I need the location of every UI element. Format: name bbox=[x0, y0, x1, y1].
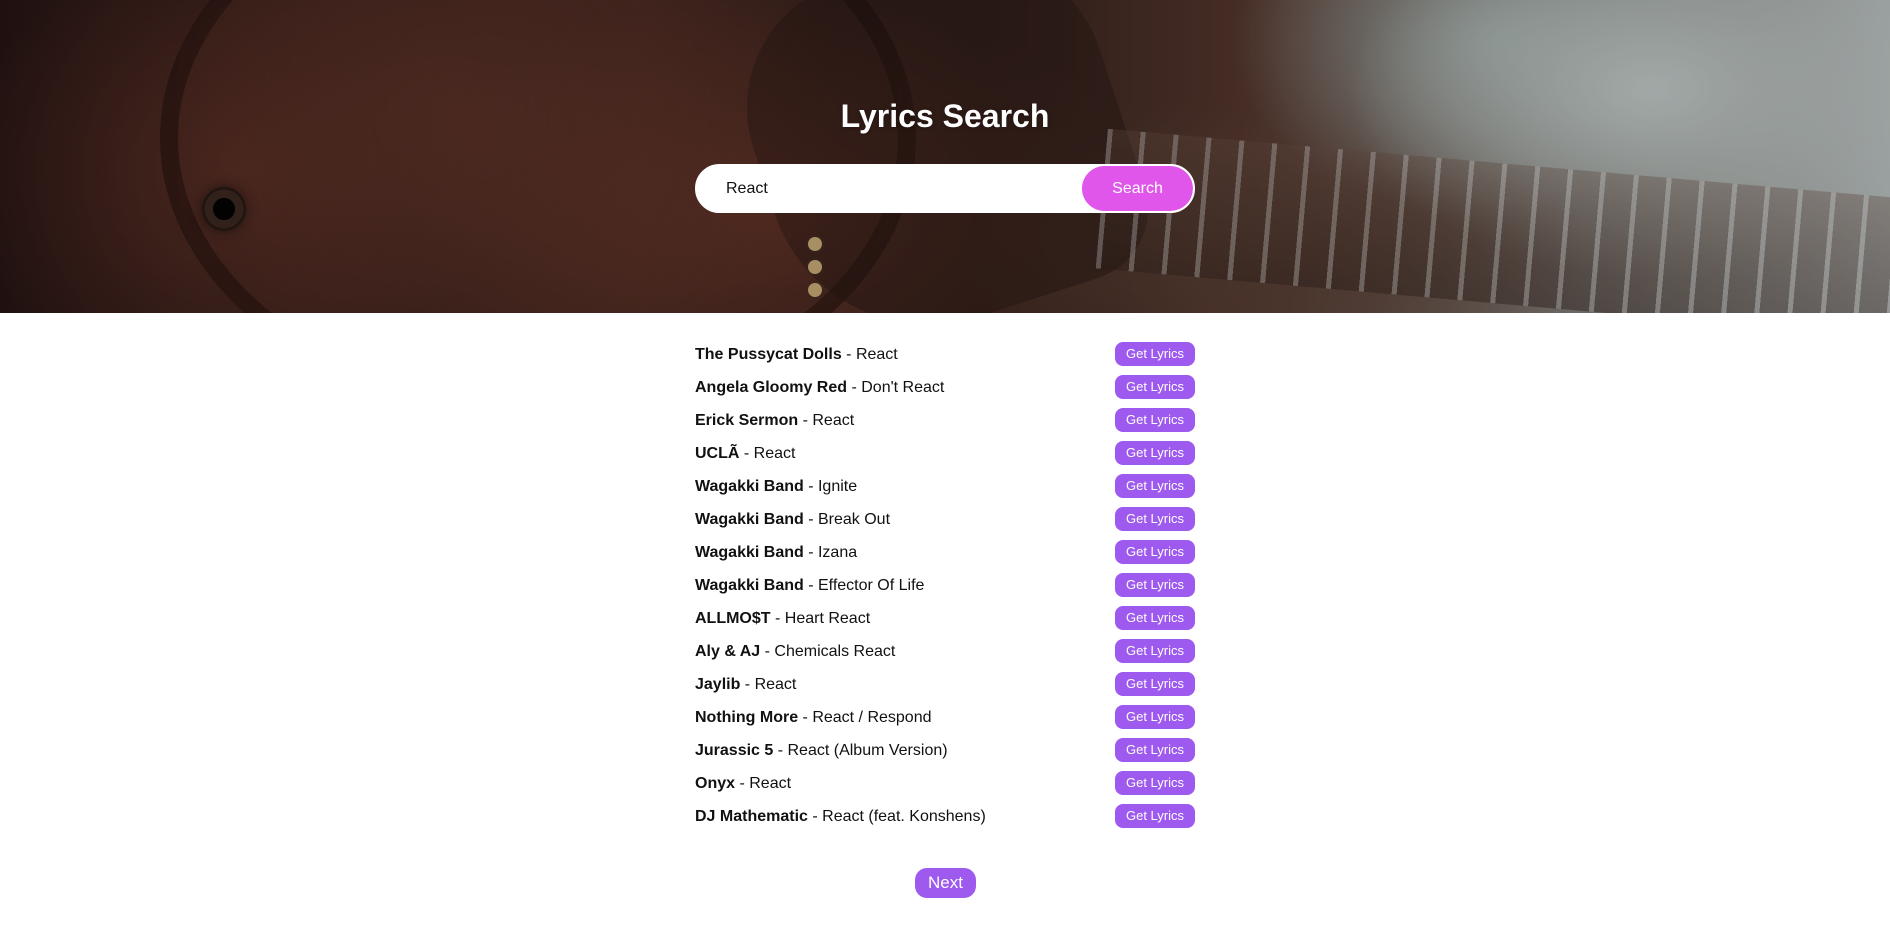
get-lyrics-button[interactable]: Get Lyrics bbox=[1115, 540, 1195, 564]
get-lyrics-button[interactable]: Get Lyrics bbox=[1115, 573, 1195, 597]
result-row: Wagakki Band - Ignite Get Lyrics bbox=[695, 474, 1195, 507]
song-entry: Wagakki Band - Break Out bbox=[695, 510, 890, 530]
song-entry: Aly & AJ - Chemicals React bbox=[695, 642, 895, 662]
artist-song-separator: - bbox=[770, 610, 785, 627]
song-entry: Onyx - React bbox=[695, 774, 791, 794]
get-lyrics-button[interactable]: Get Lyrics bbox=[1115, 342, 1195, 366]
result-row: Jaylib - React Get Lyrics bbox=[695, 672, 1195, 705]
song-title: React bbox=[812, 412, 855, 429]
search-input[interactable] bbox=[697, 166, 1077, 211]
artist-song-separator: - bbox=[841, 346, 856, 363]
song-title: React (feat. Konshens) bbox=[822, 808, 986, 825]
artist-name: Nothing More bbox=[695, 709, 799, 726]
song-title: React bbox=[753, 445, 796, 462]
artist-name: Wagakki Band bbox=[695, 478, 804, 495]
get-lyrics-button[interactable]: Get Lyrics bbox=[1115, 804, 1195, 828]
song-title: React bbox=[855, 346, 898, 363]
result-row: Erick Sermon - React Get Lyrics bbox=[695, 408, 1195, 441]
song-entry: Nothing More - React / Respond bbox=[695, 708, 932, 728]
song-entry: The Pussycat Dolls - React bbox=[695, 345, 898, 365]
result-row: UCLÃ - React Get Lyrics bbox=[695, 441, 1195, 474]
artist-name: UCLÃ bbox=[695, 445, 740, 462]
artist-song-separator: - bbox=[798, 709, 813, 726]
song-entry: Wagakki Band - Ignite bbox=[695, 477, 857, 497]
artist-name: The Pussycat Dolls bbox=[695, 346, 842, 363]
result-row: The Pussycat Dolls - React Get Lyrics bbox=[695, 342, 1195, 375]
artist-song-separator: - bbox=[760, 643, 775, 660]
result-row: Aly & AJ - Chemicals React Get Lyrics bbox=[695, 639, 1195, 672]
get-lyrics-button[interactable]: Get Lyrics bbox=[1115, 705, 1195, 729]
song-title: Izana bbox=[817, 544, 858, 561]
artist-song-separator: - bbox=[735, 775, 750, 792]
song-title: React bbox=[749, 775, 792, 792]
song-entry: Angela Gloomy Red - Don't React bbox=[695, 378, 944, 398]
artist-name: Wagakki Band bbox=[695, 544, 804, 561]
result-row: DJ Mathematic - React (feat. Konshens) Ge… bbox=[695, 804, 1195, 837]
artist-song-separator: - bbox=[803, 478, 818, 495]
song-entry: Jaylib - React bbox=[695, 675, 796, 695]
get-lyrics-button[interactable]: Get Lyrics bbox=[1115, 474, 1195, 498]
search-form: Search bbox=[695, 164, 1195, 213]
result-row: Nothing More - React / Respond Get Lyrics bbox=[695, 705, 1195, 738]
artist-song-separator: - bbox=[740, 676, 755, 693]
artist-song-separator: - bbox=[739, 445, 754, 462]
results-list: The Pussycat Dolls - React Get Lyrics Ange… bbox=[695, 342, 1195, 837]
artist-name: Angela Gloomy Red bbox=[695, 379, 848, 396]
song-entry: Jurassic 5 - React (Album Version) bbox=[695, 741, 948, 761]
song-title: React (Album Version) bbox=[787, 742, 948, 759]
song-title: Break Out bbox=[817, 511, 891, 528]
song-title: Don't React bbox=[861, 379, 945, 396]
song-entry: Wagakki Band - Effector Of Life bbox=[695, 576, 924, 596]
song-title: Chemicals React bbox=[774, 643, 896, 660]
get-lyrics-button[interactable]: Get Lyrics bbox=[1115, 771, 1195, 795]
artist-name: Erick Sermon bbox=[695, 412, 799, 429]
get-lyrics-button[interactable]: Get Lyrics bbox=[1115, 441, 1195, 465]
result-row: Wagakki Band - Effector Of Life Get Lyric… bbox=[695, 573, 1195, 606]
song-title: Ignite bbox=[817, 478, 858, 495]
get-lyrics-button[interactable]: Get Lyrics bbox=[1115, 375, 1195, 399]
artist-song-separator: - bbox=[803, 511, 818, 528]
song-title: Heart React bbox=[784, 610, 871, 627]
artist-name: DJ Mathematic bbox=[695, 808, 808, 825]
result-row: Wagakki Band - Break Out Get Lyrics bbox=[695, 507, 1195, 540]
get-lyrics-button[interactable]: Get Lyrics bbox=[1115, 738, 1195, 762]
result-row: Jurassic 5 - React (Album Version) Get Ly… bbox=[695, 738, 1195, 771]
get-lyrics-button[interactable]: Get Lyrics bbox=[1115, 672, 1195, 696]
result-row: Onyx - React Get Lyrics bbox=[695, 771, 1195, 804]
hero-content: Lyrics Search bbox=[0, 0, 1890, 136]
artist-name: ALLMO$T bbox=[695, 610, 771, 627]
result-row: Wagakki Band - Izana Get Lyrics bbox=[695, 540, 1195, 573]
song-entry: Wagakki Band - Izana bbox=[695, 543, 857, 563]
result-row: Angela Gloomy Red - Don't React Get Lyric… bbox=[695, 375, 1195, 408]
artist-song-separator: - bbox=[803, 577, 818, 594]
get-lyrics-button[interactable]: Get Lyrics bbox=[1115, 408, 1195, 432]
page-title: Lyrics Search bbox=[840, 98, 1050, 134]
artist-name: Wagakki Band bbox=[695, 577, 804, 594]
hero-header: Lyrics Search Search bbox=[0, 0, 1890, 313]
artist-song-separator: - bbox=[803, 544, 818, 561]
artist-song-separator: - bbox=[798, 412, 813, 429]
artist-name: Aly & AJ bbox=[695, 643, 761, 660]
song-title: Effector Of Life bbox=[817, 577, 925, 594]
artist-name: Jurassic 5 bbox=[695, 742, 774, 759]
next-page-button[interactable]: Next bbox=[915, 868, 976, 898]
artist-song-separator: - bbox=[807, 808, 823, 825]
song-title: React / Respond bbox=[812, 709, 932, 726]
artist-name: Onyx bbox=[695, 775, 736, 792]
result-row: ALLMO$T - Heart React Get Lyrics bbox=[695, 606, 1195, 639]
song-entry: ALLMO$T - Heart React bbox=[695, 609, 870, 629]
song-title: React bbox=[754, 676, 797, 693]
song-entry: DJ Mathematic - React (feat. Konshens) bbox=[695, 807, 986, 827]
get-lyrics-button[interactable]: Get Lyrics bbox=[1115, 639, 1195, 663]
song-entry: Erick Sermon - React bbox=[695, 411, 854, 431]
song-entry: UCLÃ - React bbox=[695, 444, 795, 464]
artist-name: Jaylib bbox=[695, 676, 741, 693]
get-lyrics-button[interactable]: Get Lyrics bbox=[1115, 507, 1195, 531]
artist-song-separator: - bbox=[773, 742, 788, 759]
artist-name: Wagakki Band bbox=[695, 511, 804, 528]
artist-song-separator: - bbox=[847, 379, 862, 396]
search-button[interactable]: Search bbox=[1082, 166, 1193, 211]
get-lyrics-button[interactable]: Get Lyrics bbox=[1115, 606, 1195, 630]
